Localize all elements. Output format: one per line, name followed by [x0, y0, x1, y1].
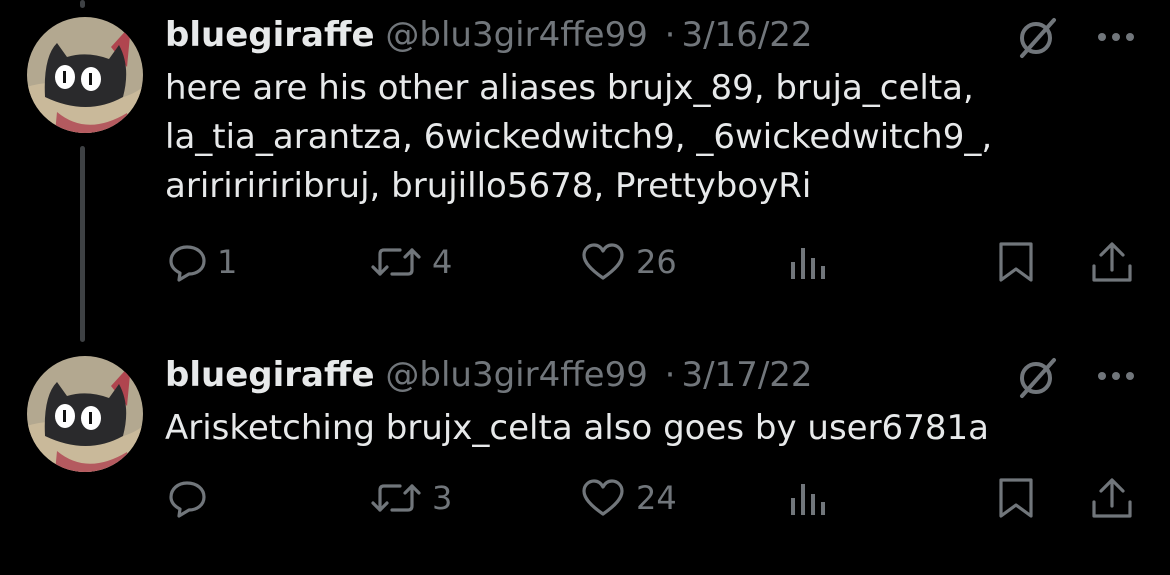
avatar[interactable]: [27, 17, 143, 133]
more-dots-icon[interactable]: [1092, 27, 1140, 47]
header-separator: ·: [664, 15, 676, 55]
grok-slash-circle-icon[interactable]: [1012, 12, 1062, 62]
like-button[interactable]: 26: [580, 232, 677, 292]
heart-icon: [582, 479, 624, 516]
tweet[interactable]: bluegiraffe @blu3gir4ffe99 · 3/17/22 Aris…: [0, 340, 1170, 575]
reply-button[interactable]: 1: [167, 232, 237, 292]
tweet-date[interactable]: 3/16/22: [681, 15, 812, 55]
tweet-text: here are his other aliases brujx_89, bru…: [165, 68, 993, 206]
tweet[interactable]: bluegiraffe @blu3gir4ffe99 · 3/16/22 here…: [0, 0, 1170, 340]
bookmark-button[interactable]: [996, 232, 1036, 292]
like-count: 26: [636, 243, 677, 281]
reply-bubble-icon: [169, 245, 206, 282]
like-button[interactable]: 24: [580, 468, 677, 528]
repost-arrows-icon: [371, 484, 421, 512]
views-bars-icon: [791, 248, 825, 279]
tweet-date[interactable]: 3/17/22: [681, 355, 812, 395]
tweet-header: bluegiraffe @blu3gir4ffe99 · 3/16/22: [165, 15, 813, 55]
bookmark-icon: [999, 242, 1033, 282]
repost-count: 3: [432, 479, 453, 517]
display-name[interactable]: bluegiraffe: [165, 15, 375, 55]
share-upload-icon: [1092, 242, 1132, 282]
tweet-actions: 3 24: [0, 468, 1170, 528]
repost-count: 4: [432, 243, 453, 281]
share-button[interactable]: [1090, 232, 1134, 292]
views-button[interactable]: [788, 468, 828, 528]
user-handle[interactable]: @blu3gir4ffe99: [385, 15, 647, 55]
heart-icon: [582, 243, 624, 280]
reply-button[interactable]: [167, 468, 217, 528]
more-dots-icon[interactable]: [1092, 366, 1140, 386]
share-button[interactable]: [1090, 468, 1134, 528]
views-button[interactable]: [788, 232, 828, 292]
tweet-actions: 1 4 26: [0, 232, 1170, 292]
tweet-header: bluegiraffe @blu3gir4ffe99 · 3/17/22: [165, 355, 813, 395]
bookmark-button[interactable]: [996, 468, 1036, 528]
repost-arrows-icon: [371, 248, 421, 276]
header-separator: ·: [664, 355, 676, 395]
reply-count: 1: [217, 243, 238, 281]
share-upload-icon: [1092, 478, 1132, 518]
display-name[interactable]: bluegiraffe: [165, 355, 375, 395]
bookmark-icon: [999, 478, 1033, 518]
avatar[interactable]: [27, 356, 143, 472]
user-handle[interactable]: @blu3gir4ffe99: [385, 355, 647, 395]
repost-button[interactable]: 4: [370, 232, 452, 292]
grok-slash-circle-icon[interactable]: [1012, 352, 1062, 402]
views-bars-icon: [791, 484, 825, 515]
like-count: 24: [636, 479, 677, 517]
tweet-text: Arisketching brujx_celta also goes by us…: [165, 408, 989, 448]
repost-button[interactable]: 3: [370, 468, 452, 528]
reply-bubble-icon: [169, 481, 206, 518]
